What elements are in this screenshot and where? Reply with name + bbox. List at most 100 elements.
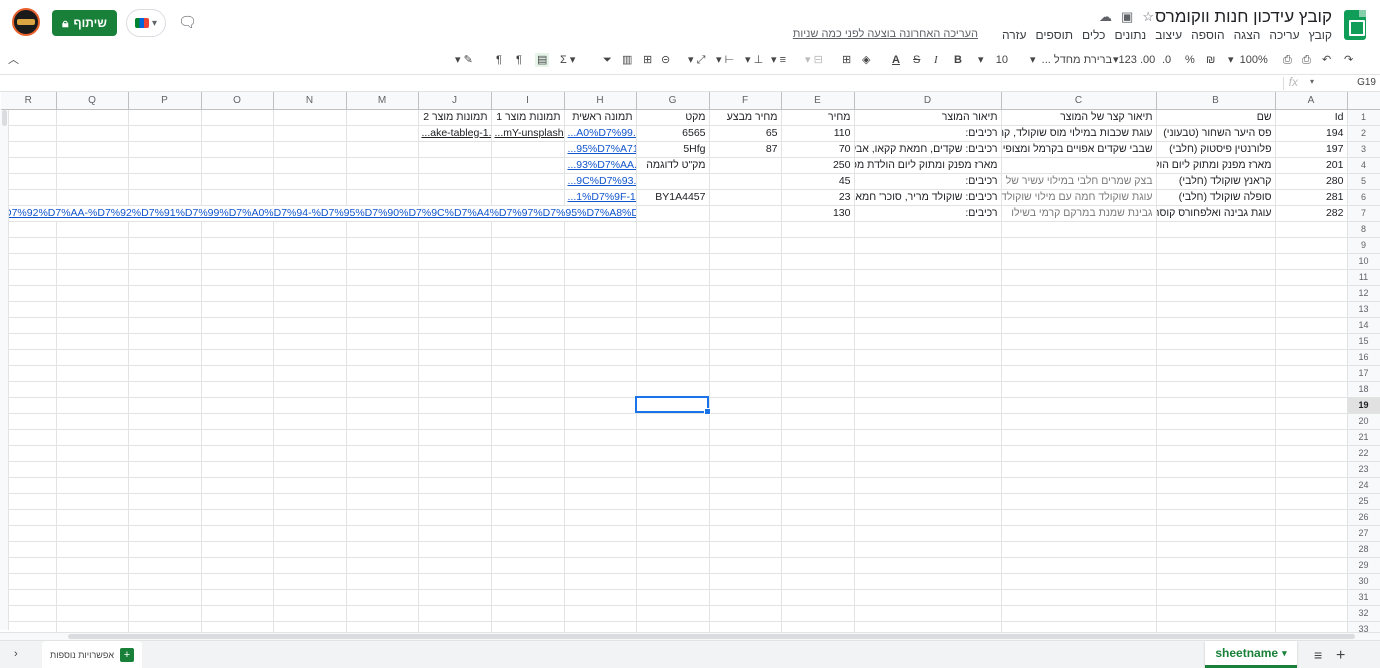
cell-b18[interactable] <box>1156 381 1276 398</box>
cell-g14[interactable] <box>636 317 710 334</box>
cell-g24[interactable] <box>636 477 710 494</box>
filter-icon[interactable]: ⏷ <box>603 53 612 67</box>
cell-i10[interactable] <box>491 253 565 270</box>
cell-b24[interactable] <box>1156 477 1276 494</box>
cell-b14[interactable] <box>1156 317 1276 334</box>
cell-n19[interactable] <box>273 397 347 414</box>
row-header[interactable]: 4 <box>1347 157 1380 174</box>
cell-p12[interactable] <box>128 285 202 302</box>
cell-c13[interactable] <box>1001 301 1157 318</box>
cell-h21[interactable] <box>564 429 637 446</box>
freeze-icon[interactable]: ▤ <box>535 53 550 67</box>
cell-n6[interactable] <box>273 189 347 206</box>
cell-b23[interactable] <box>1156 461 1276 478</box>
cell-f33[interactable] <box>709 621 782 632</box>
cell-r8[interactable] <box>1 221 57 238</box>
cell-a11[interactable] <box>1275 269 1348 286</box>
cell-o32[interactable] <box>201 605 274 622</box>
cell-d15[interactable] <box>854 333 1002 350</box>
cell-g16[interactable] <box>636 349 710 366</box>
cell-j21[interactable] <box>418 429 492 446</box>
cell-f23[interactable] <box>709 461 782 478</box>
cell-e27[interactable] <box>781 525 855 542</box>
cell-n17[interactable] <box>273 365 347 382</box>
cell-o16[interactable] <box>201 349 274 366</box>
cell-h7[interactable]: D7%92%D7%AA-%D7%92%D7%91%D7%99%D7%A0%D7%… <box>1 205 637 222</box>
column-header-f[interactable]: F <box>709 92 782 110</box>
cell-e3[interactable]: 70 <box>781 141 855 158</box>
cell-o30[interactable] <box>201 573 274 590</box>
cell-o29[interactable] <box>201 557 274 574</box>
cell-d29[interactable] <box>854 557 1002 574</box>
cell-c16[interactable] <box>1001 349 1157 366</box>
cell-b32[interactable] <box>1156 605 1276 622</box>
cell-e6[interactable]: 23 <box>781 189 855 206</box>
cell-d11[interactable] <box>854 269 1002 286</box>
cell-b17[interactable] <box>1156 365 1276 382</box>
cell-m13[interactable] <box>346 301 419 318</box>
cell-c26[interactable] <box>1001 509 1157 526</box>
row-header[interactable]: 19 <box>1347 397 1380 414</box>
cell-d27[interactable] <box>854 525 1002 542</box>
cell-m27[interactable] <box>346 525 419 542</box>
cell-i12[interactable] <box>491 285 565 302</box>
cell-h9[interactable] <box>564 237 637 254</box>
column-header-g[interactable]: G <box>636 92 710 110</box>
cell-a22[interactable] <box>1275 445 1348 462</box>
cell-g5[interactable] <box>636 173 710 190</box>
cell-c15[interactable] <box>1001 333 1157 350</box>
cell-p25[interactable] <box>128 493 202 510</box>
cell-q27[interactable] <box>56 525 129 542</box>
cell-g21[interactable] <box>636 429 710 446</box>
cell-r10[interactable] <box>1 253 57 270</box>
cell-a14[interactable] <box>1275 317 1348 334</box>
more-formats-select[interactable]: ▾123 <box>1113 53 1137 67</box>
cell-b1[interactable]: שם <box>1156 109 1276 126</box>
cell-b31[interactable] <box>1156 589 1276 606</box>
cell-e19[interactable] <box>781 397 855 414</box>
cell-r17[interactable] <box>1 365 57 382</box>
last-edit-link[interactable]: העריכה האחרונה בוצעה לפני כמה שניות <box>793 28 978 40</box>
cell-p17[interactable] <box>128 365 202 382</box>
cell-c21[interactable] <box>1001 429 1157 446</box>
meet-button[interactable]: ▾ <box>126 9 166 37</box>
cell-o8[interactable] <box>201 221 274 238</box>
cell-e23[interactable] <box>781 461 855 478</box>
cell-o26[interactable] <box>201 509 274 526</box>
cell-i25[interactable] <box>491 493 565 510</box>
cell-e30[interactable] <box>781 573 855 590</box>
cell-n27[interactable] <box>273 525 347 542</box>
row-header[interactable]: 32 <box>1347 605 1380 622</box>
row-header[interactable]: 24 <box>1347 477 1380 494</box>
cell-r27[interactable] <box>1 525 57 542</box>
column-header-a[interactable]: A <box>1275 92 1348 110</box>
cell-i13[interactable] <box>491 301 565 318</box>
cell-n4[interactable] <box>273 157 347 174</box>
cell-b29[interactable] <box>1156 557 1276 574</box>
cell-h5[interactable]: ...9C%D7%93.jpg <box>564 173 637 190</box>
cell-m9[interactable] <box>346 237 419 254</box>
cell-m33[interactable] <box>346 621 419 632</box>
cell-m8[interactable] <box>346 221 419 238</box>
zoom-select[interactable]: ▾ 100% <box>1228 53 1268 67</box>
cell-b8[interactable] <box>1156 221 1276 238</box>
cell-j2[interactable]: ...ake-tableg-1.jpg <box>418 125 492 142</box>
cell-d19[interactable] <box>854 397 1002 414</box>
ltr-icon[interactable]: ¶ <box>496 53 502 67</box>
cell-a4[interactable]: 201 <box>1275 157 1348 174</box>
cell-d28[interactable] <box>854 541 1002 558</box>
cell-i29[interactable] <box>491 557 565 574</box>
cell-h32[interactable] <box>564 605 637 622</box>
cell-a9[interactable] <box>1275 237 1348 254</box>
cell-c28[interactable] <box>1001 541 1157 558</box>
cell-d32[interactable] <box>854 605 1002 622</box>
cell-i21[interactable] <box>491 429 565 446</box>
cell-f32[interactable] <box>709 605 782 622</box>
cell-m10[interactable] <box>346 253 419 270</box>
cell-a8[interactable] <box>1275 221 1348 238</box>
name-box[interactable]: G19 <box>1357 77 1376 88</box>
cell-m30[interactable] <box>346 573 419 590</box>
cell-d2[interactable]: רכיבים: <box>854 125 1002 142</box>
row-header[interactable]: 15 <box>1347 333 1380 350</box>
cell-j16[interactable] <box>418 349 492 366</box>
